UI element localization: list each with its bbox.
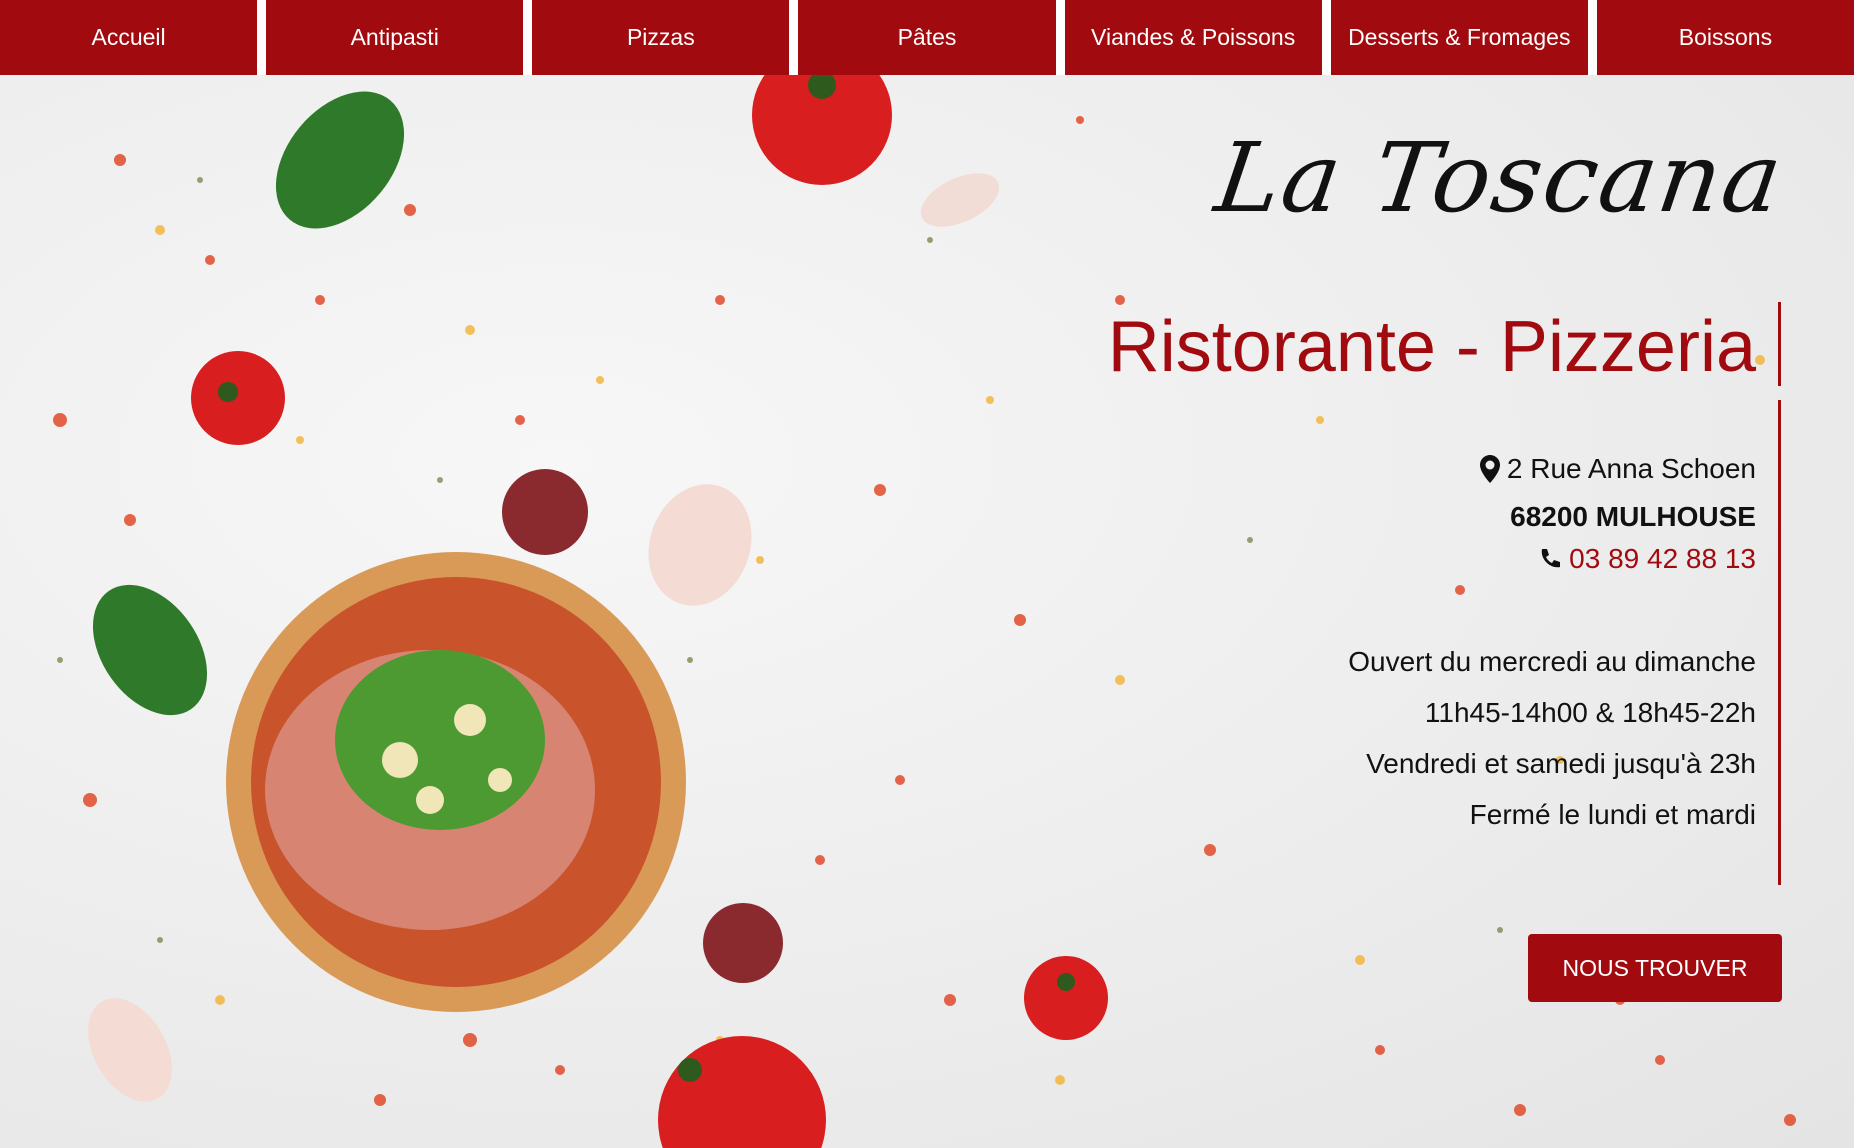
main-nav: Accueil Antipasti Pizzas Pâtes Viandes &… — [0, 0, 1854, 75]
phone-number: 03 89 42 88 13 — [1569, 543, 1756, 574]
opening-hours: Ouvert du mercredi au dimanche 11h45-14h… — [1348, 636, 1756, 840]
phone-link[interactable]: 03 89 42 88 13 — [1537, 538, 1756, 580]
brand-logo: La Toscana — [1208, 122, 1790, 234]
nav-item-antipasti[interactable]: Antipasti — [266, 0, 524, 75]
nav-item-boissons[interactable]: Boissons — [1596, 0, 1854, 75]
nav-item-viandes-poissons[interactable]: Viandes & Poissons — [1064, 0, 1322, 75]
hours-line: Fermé le lundi et mardi — [1469, 799, 1756, 830]
nav-item-pates[interactable]: Pâtes — [798, 0, 1056, 75]
address-line2: 68200 MULHOUSE — [1510, 501, 1756, 532]
hours-line: Ouvert du mercredi au dimanche — [1348, 646, 1756, 677]
nav-item-accueil[interactable]: Accueil — [0, 0, 258, 75]
hours-line: 11h45-14h00 & 18h45-22h — [1424, 697, 1756, 728]
map-marker-icon — [1479, 455, 1500, 483]
nav-item-desserts-fromages[interactable]: Desserts & Fromages — [1330, 0, 1588, 75]
title-divider — [1778, 302, 1781, 386]
hours-line: Vendredi et samedi jusqu'à 23h — [1366, 748, 1756, 779]
nav-item-pizzas[interactable]: Pizzas — [532, 0, 790, 75]
nous-trouver-button[interactable]: NOUS TROUVER — [1528, 934, 1782, 1002]
contact-block: 2 Rue Anna Schoen 68200 MULHOUSE 03 89 4… — [1479, 448, 1756, 584]
page-title: Ristorante - Pizzeria — [1107, 307, 1756, 387]
phone-icon — [1541, 549, 1561, 568]
address-line1: 2 Rue Anna Schoen — [1506, 453, 1756, 484]
info-divider — [1778, 400, 1781, 885]
